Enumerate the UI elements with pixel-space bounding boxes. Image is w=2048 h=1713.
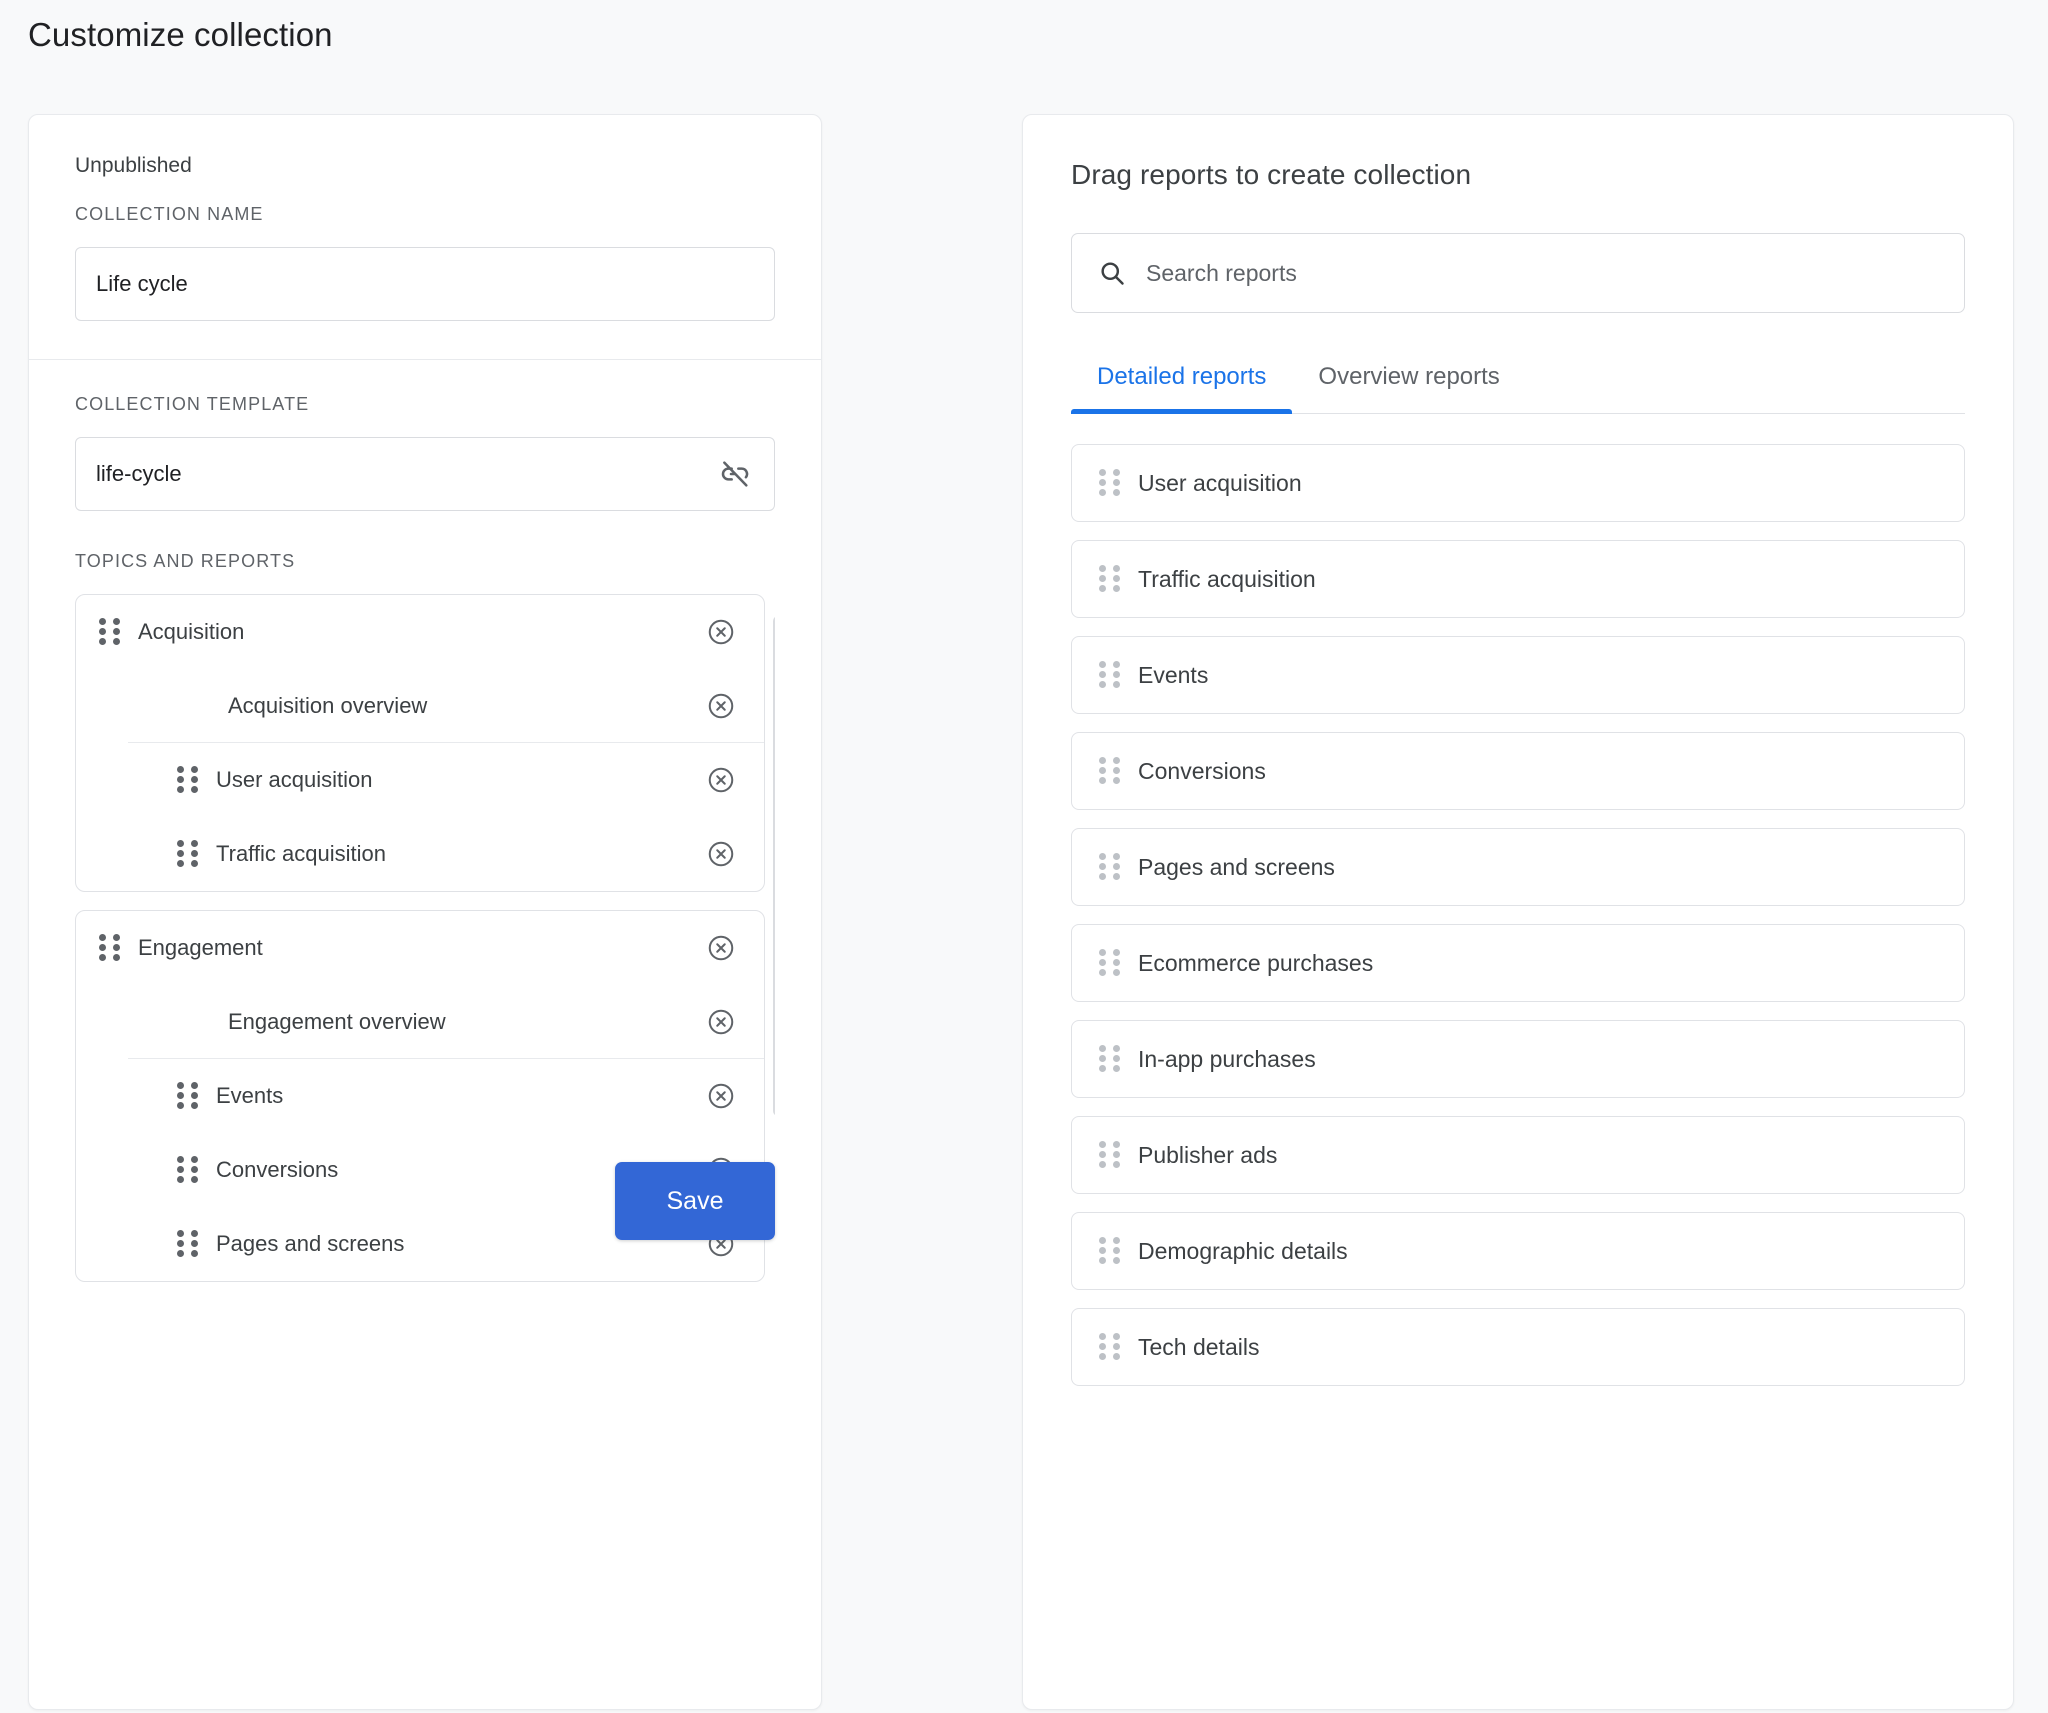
- overview-label: Engagement overview: [228, 1008, 446, 1034]
- drag-handle-icon[interactable]: [98, 933, 120, 963]
- report-label: User acquisition: [216, 767, 373, 792]
- topic-label: Acquisition: [138, 619, 245, 644]
- drag-handle-icon[interactable]: [1098, 660, 1120, 690]
- search-placeholder: Search reports: [1146, 259, 1297, 286]
- drag-handle-icon[interactable]: [1098, 1236, 1120, 1266]
- collection-template-label: COLLECTION TEMPLATE: [75, 394, 310, 414]
- overview-row[interactable]: Acquisition overview: [128, 669, 764, 743]
- report-name: Pages and screens: [1138, 853, 1335, 880]
- drag-handle-icon[interactable]: [176, 765, 198, 795]
- list-item[interactable]: Pages and screens: [1071, 828, 1965, 906]
- report-row[interactable]: Traffic acquisition: [76, 817, 764, 891]
- report-row[interactable]: Events: [76, 1059, 764, 1133]
- drag-handle-icon[interactable]: [1098, 948, 1120, 978]
- publish-status-label: Unpublished: [75, 154, 192, 177]
- report-label: Events: [216, 1083, 284, 1108]
- report-label: Pages and screens: [216, 1231, 405, 1256]
- drag-handle-icon[interactable]: [176, 1155, 198, 1185]
- drag-handle-icon[interactable]: [1098, 564, 1120, 594]
- report-label: Conversions: [216, 1157, 339, 1182]
- collection-template-input[interactable]: life-cycle: [75, 437, 775, 511]
- collection-name-value: Life cycle: [96, 271, 188, 296]
- list-item[interactable]: Demographic details: [1071, 1212, 1965, 1290]
- page-title: Customize collection: [28, 16, 333, 53]
- report-name: User acquisition: [1138, 469, 1302, 496]
- search-icon: [1098, 259, 1126, 287]
- search-reports-input[interactable]: Search reports: [1071, 233, 1965, 313]
- remove-overview-icon[interactable]: [706, 691, 736, 721]
- drag-handle-icon[interactable]: [1098, 468, 1120, 498]
- report-name: Conversions: [1138, 757, 1266, 784]
- drag-handle-icon[interactable]: [1098, 1044, 1120, 1074]
- remove-report-icon[interactable]: [706, 839, 736, 869]
- save-row: Save: [615, 1162, 775, 1240]
- collection-editor-card: Unpublished COLLECTION NAME Life cycle C…: [28, 114, 822, 1710]
- tab-detailed-reports[interactable]: Detailed reports: [1071, 355, 1293, 414]
- topic-label: Engagement: [138, 935, 263, 960]
- topics-and-reports-label: TOPICS AND REPORTS: [75, 551, 296, 571]
- report-row[interactable]: User acquisition: [76, 743, 764, 817]
- report-name: Tech details: [1138, 1333, 1260, 1360]
- drag-handle-icon[interactable]: [176, 1081, 198, 1111]
- list-item[interactable]: Publisher ads: [1071, 1116, 1965, 1194]
- list-item[interactable]: In-app purchases: [1071, 1020, 1965, 1098]
- topic-row[interactable]: Engagement: [76, 911, 764, 985]
- collection-body-section: COLLECTION TEMPLATE life-cycle TOPICS AN…: [29, 360, 821, 1286]
- report-name: Demographic details: [1138, 1237, 1348, 1264]
- overview-label: Acquisition overview: [228, 692, 428, 718]
- reports-tabs: Detailed reports Overview reports: [1071, 355, 1965, 414]
- reports-list: User acquisition Traffic acquisition Eve…: [1071, 444, 1965, 1386]
- reports-picker-card: Drag reports to create collection Search…: [1022, 114, 2014, 1710]
- report-name: Traffic acquisition: [1138, 565, 1316, 592]
- list-item[interactable]: Events: [1071, 636, 1965, 714]
- report-name: Ecommerce purchases: [1138, 949, 1374, 976]
- drag-handle-icon[interactable]: [1098, 852, 1120, 882]
- report-label: Traffic acquisition: [216, 841, 386, 866]
- list-item[interactable]: Conversions: [1071, 732, 1965, 810]
- report-name: Events: [1138, 661, 1209, 688]
- drag-handle-icon[interactable]: [1098, 756, 1120, 786]
- reports-picker-inner: Drag reports to create collection Search…: [1023, 115, 2013, 1386]
- list-item[interactable]: Ecommerce purchases: [1071, 924, 1965, 1002]
- customize-collection-page: Customize collection Unpublished COLLECT…: [0, 0, 2048, 1713]
- overview-row[interactable]: Engagement overview: [128, 985, 764, 1059]
- remove-report-icon[interactable]: [706, 1081, 736, 1111]
- drag-handle-icon[interactable]: [1098, 1140, 1120, 1170]
- collection-name-input[interactable]: Life cycle: [75, 247, 775, 321]
- list-item[interactable]: Traffic acquisition: [1071, 540, 1965, 618]
- topics-scrollbar-thumb[interactable]: [773, 616, 775, 1116]
- drag-handle-icon[interactable]: [98, 617, 120, 647]
- remove-report-icon[interactable]: [706, 765, 736, 795]
- tab-overview-reports[interactable]: Overview reports: [1292, 355, 1525, 413]
- drag-handle-icon[interactable]: [176, 1229, 198, 1259]
- save-button[interactable]: Save: [615, 1162, 775, 1240]
- collection-template-value: life-cycle: [96, 461, 182, 486]
- report-name: In-app purchases: [1138, 1045, 1316, 1072]
- drag-handle-icon[interactable]: [1098, 1332, 1120, 1362]
- drag-handle-icon[interactable]: [176, 839, 198, 869]
- collection-name-label: COLLECTION NAME: [75, 204, 264, 224]
- list-item[interactable]: Tech details: [1071, 1308, 1965, 1386]
- remove-topic-icon[interactable]: [706, 617, 736, 647]
- report-name: Publisher ads: [1138, 1141, 1278, 1168]
- topic-group: Acquisition Acquisition overview User ac…: [75, 594, 765, 892]
- list-item[interactable]: User acquisition: [1071, 444, 1965, 522]
- topic-row[interactable]: Acquisition: [76, 595, 764, 669]
- remove-overview-icon[interactable]: [706, 1007, 736, 1037]
- remove-topic-icon[interactable]: [706, 933, 736, 963]
- reports-picker-title: Drag reports to create collection: [1071, 159, 1472, 190]
- collection-header-section: Unpublished COLLECTION NAME Life cycle: [29, 115, 821, 360]
- link-off-icon[interactable]: [718, 457, 752, 491]
